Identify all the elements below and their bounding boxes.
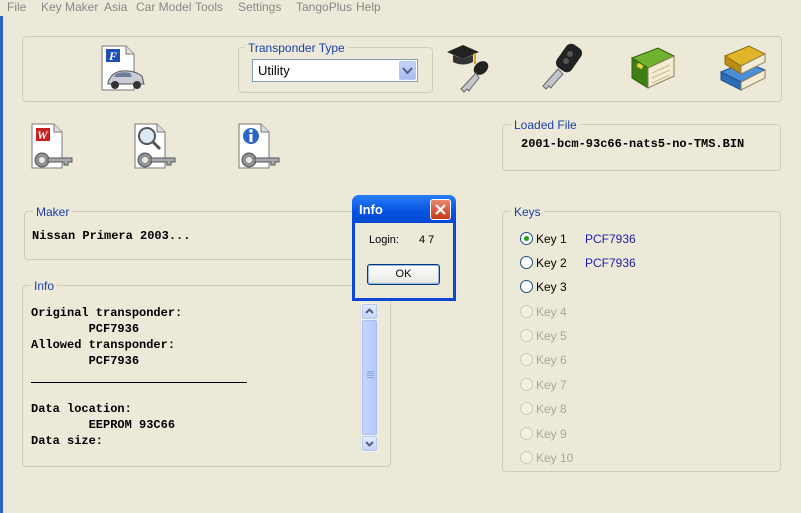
key-option-6: Key 6 bbox=[519, 353, 719, 367]
keys-label: Keys bbox=[511, 205, 544, 219]
key-9-label: Key 9 bbox=[536, 427, 567, 441]
menu-car-model[interactable]: Car Model bbox=[136, 0, 191, 16]
maker-value: Nissan Primera 2003... bbox=[32, 229, 191, 243]
key-5-label: Key 5 bbox=[536, 329, 567, 343]
key-option-1[interactable]: Key 1 PCF7936 bbox=[519, 232, 719, 246]
key-7-radio bbox=[520, 378, 533, 391]
key-option-10: Key 10 bbox=[519, 451, 719, 465]
info-line: PCF7936 bbox=[31, 354, 140, 368]
dialog-close-button[interactable] bbox=[430, 199, 451, 220]
graduate-key-icon[interactable] bbox=[445, 42, 495, 94]
menu-bar: File Key Maker Asia Car Model Tools Sett… bbox=[0, 0, 801, 16]
info-label: Info bbox=[31, 279, 58, 293]
scroll-up-button[interactable] bbox=[362, 304, 377, 319]
transponder-type-label: Transponder Type bbox=[245, 41, 348, 55]
login-value: 4 7 bbox=[419, 234, 435, 246]
dialog-title-bar[interactable]: Info bbox=[352, 195, 456, 223]
info-line: EEPROM 93C66 bbox=[31, 418, 176, 432]
key-option-7: Key 7 bbox=[519, 378, 719, 392]
menu-key-maker[interactable]: Key Maker bbox=[41, 0, 98, 16]
key-2-radio[interactable] bbox=[520, 256, 533, 269]
loaded-file-label: Loaded File bbox=[511, 118, 580, 132]
search-key-icon[interactable] bbox=[133, 122, 179, 172]
radio-selected-dot bbox=[524, 236, 529, 241]
grip-line bbox=[367, 373, 374, 374]
ford-car-file-icon[interactable]: F bbox=[100, 44, 146, 94]
grip-line bbox=[367, 375, 374, 376]
info-scrollbar[interactable] bbox=[360, 303, 377, 452]
window-left-edge bbox=[0, 16, 3, 513]
key-option-4: Key 4 bbox=[519, 305, 719, 319]
write-key-icon[interactable]: W bbox=[30, 122, 76, 172]
menu-settings[interactable]: Settings bbox=[238, 0, 281, 16]
login-label: Login: bbox=[369, 234, 399, 246]
menu-tools[interactable]: Tools bbox=[195, 0, 223, 16]
info-line: Data location: bbox=[31, 402, 132, 416]
svg-text:W: W bbox=[37, 128, 49, 142]
car-remote-key-icon[interactable] bbox=[538, 42, 588, 94]
info-dialog: Info Login: 4 7 OK bbox=[352, 195, 456, 301]
key-10-radio bbox=[520, 451, 533, 464]
key-option-3[interactable]: Key 3 bbox=[519, 280, 719, 294]
info-separator bbox=[31, 382, 247, 383]
svg-text:F: F bbox=[108, 49, 117, 63]
info-text-area[interactable]: Original transponder: PCF7936 Allowed tr… bbox=[31, 305, 361, 450]
key-7-label: Key 7 bbox=[536, 378, 567, 392]
info-line: Allowed transponder: bbox=[31, 338, 176, 352]
menu-help[interactable]: Help bbox=[356, 0, 381, 16]
ok-button[interactable]: OK bbox=[367, 264, 440, 285]
key-9-radio bbox=[520, 427, 533, 440]
maker-label: Maker bbox=[33, 205, 73, 219]
info-line: PCF7936 bbox=[31, 322, 140, 336]
dialog-title: Info bbox=[359, 202, 383, 217]
green-book-icon[interactable] bbox=[628, 44, 678, 92]
info-line bbox=[31, 385, 361, 401]
scroll-down-button[interactable] bbox=[362, 436, 377, 451]
key-2-label: Key 2 bbox=[536, 256, 567, 270]
key-1-value: PCF7936 bbox=[585, 232, 636, 246]
grip-line bbox=[367, 371, 374, 372]
key-6-label: Key 6 bbox=[536, 353, 567, 367]
key-option-2[interactable]: Key 2 PCF7936 bbox=[519, 256, 719, 270]
scroll-thumb[interactable] bbox=[362, 320, 377, 435]
close-icon bbox=[435, 204, 446, 215]
loaded-file-name: 2001-bcm-93c66-nats5-no-TMS.BIN bbox=[521, 137, 745, 151]
info-key-icon[interactable] bbox=[237, 122, 283, 172]
transponder-type-value: Utility bbox=[258, 63, 290, 78]
key-3-radio[interactable] bbox=[520, 280, 533, 293]
grip-line bbox=[367, 377, 374, 378]
key-1-radio[interactable] bbox=[520, 232, 533, 245]
key-4-label: Key 4 bbox=[536, 305, 567, 319]
menu-file[interactable]: File bbox=[7, 0, 26, 16]
key-10-label: Key 10 bbox=[536, 451, 574, 465]
info-line: Data size: bbox=[31, 434, 104, 448]
dialog-body: Login: 4 7 OK bbox=[355, 223, 453, 298]
menu-tangoplus[interactable]: TangoPlus bbox=[296, 0, 352, 16]
chevron-down-icon[interactable] bbox=[399, 61, 416, 80]
stacked-books-icon[interactable] bbox=[717, 42, 769, 92]
key-option-9: Key 9 bbox=[519, 427, 719, 441]
key-4-radio bbox=[520, 305, 533, 318]
key-8-label: Key 8 bbox=[536, 402, 567, 416]
key-3-label: Key 3 bbox=[536, 280, 567, 294]
key-option-5: Key 5 bbox=[519, 329, 719, 343]
key-option-8: Key 8 bbox=[519, 402, 719, 416]
info-line: Original transponder: bbox=[31, 306, 183, 320]
key-8-radio bbox=[520, 402, 533, 415]
key-1-label: Key 1 bbox=[536, 232, 567, 246]
menu-asia[interactable]: Asia bbox=[104, 0, 127, 16]
key-6-radio bbox=[520, 353, 533, 366]
key-2-value: PCF7936 bbox=[585, 256, 636, 270]
transponder-type-select[interactable]: Utility bbox=[252, 59, 418, 82]
key-5-radio bbox=[520, 329, 533, 342]
